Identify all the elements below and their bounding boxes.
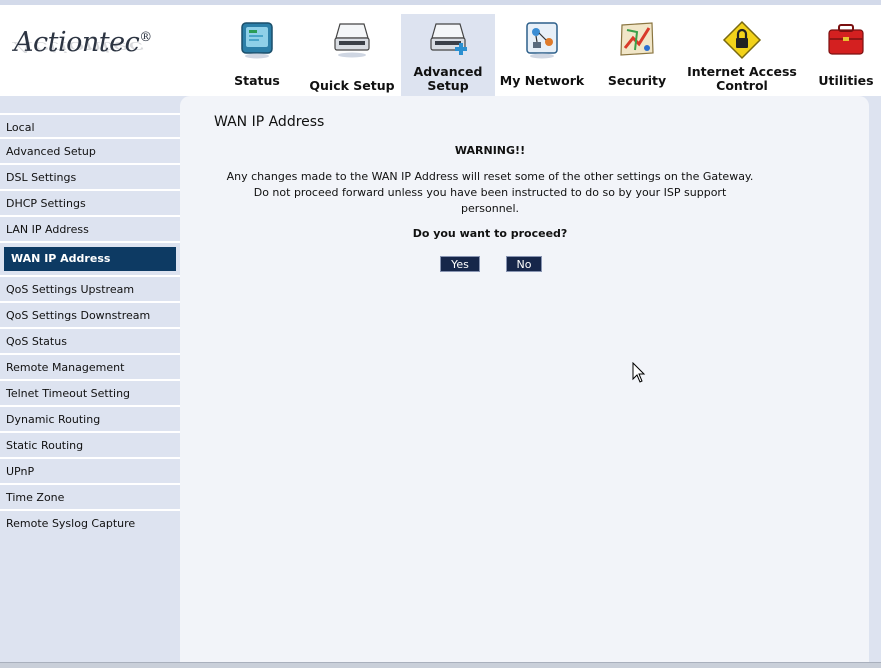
warning-line: Do not proceed forward unless you have b… [253, 186, 727, 199]
warning-heading: WARNING!! [454, 144, 526, 157]
nav-label: Status [234, 73, 280, 88]
network-icon [526, 22, 558, 59]
sidebar-item-wan-ip-address[interactable]: WAN IP Address [4, 247, 176, 271]
nav-tab-security[interactable]: Security [592, 14, 682, 96]
lock-sign-icon [722, 20, 762, 60]
sidebar-item-qos-status[interactable]: QoS Status [0, 329, 180, 355]
sidebar-item-qos-settings-downstream[interactable]: QoS Settings Downstream [0, 303, 180, 329]
content-panel: WAN IP Address WARNING!! Any changes mad… [180, 96, 869, 668]
sidebar-item-lan-ip-address[interactable]: LAN IP Address [0, 217, 180, 243]
page-title: WAN IP Address [214, 114, 325, 130]
sidebar-item-dsl-settings[interactable]: DSL Settings [0, 165, 180, 191]
nav-label: Quick Setup [309, 78, 395, 93]
sidebar-item-upnp[interactable]: UPnP [0, 459, 180, 485]
sidebar-item-advanced-setup[interactable]: Advanced Setup [0, 139, 180, 165]
nav-tab-internet-access-control[interactable]: Internet Access Control [686, 14, 798, 96]
sidebar-item-time-zone[interactable]: Time Zone [0, 485, 180, 511]
nav-label: My Network [499, 73, 585, 88]
scanner-plus-icon [430, 23, 467, 55]
shield-map-icon [620, 22, 654, 56]
nav-label: Security [607, 73, 667, 88]
warning-line: Any changes made to the WAN IP Address w… [226, 170, 754, 183]
sidebar-item-dynamic-routing[interactable]: Dynamic Routing [0, 407, 180, 433]
sidebar-active-wrapper: WAN IP Address [0, 247, 180, 277]
sidebar-item-static-routing[interactable]: Static Routing [0, 433, 180, 459]
proceed-question: Do you want to proceed? [412, 227, 568, 240]
nav-label: Advanced Setup [413, 64, 483, 93]
warning-line: personnel. [461, 202, 519, 215]
nav-tab-advanced-setup[interactable]: Advanced Setup [401, 14, 495, 96]
sidebar-item-remote-management[interactable]: Remote Management [0, 355, 180, 381]
nav-tab-status[interactable]: Status [212, 14, 302, 96]
header: Actiontec® Actiontec Status Quick Setup [0, 0, 881, 96]
sidebar-item-remote-syslog-capture[interactable]: Remote Syslog Capture [0, 511, 180, 537]
toolbox-icon [828, 24, 864, 55]
sidebar-item-local[interactable]: Local [0, 113, 180, 139]
right-margin [869, 96, 881, 668]
actiontec-logo: Actiontec® Actiontec [14, 27, 152, 58]
nav-tab-utilities[interactable]: Utilities [804, 14, 881, 96]
status-bar [0, 662, 881, 668]
monitor-icon [241, 22, 273, 59]
nav-label: Utilities [818, 73, 874, 88]
sidebar: Local Advanced Setup DSL Settings DHCP S… [0, 113, 180, 537]
mouse-cursor-icon [632, 362, 646, 383]
nav-tab-quick-setup[interactable]: Quick Setup [307, 14, 397, 96]
sidebar-item-qos-settings-upstream[interactable]: QoS Settings Upstream [0, 277, 180, 303]
yes-button[interactable]: Yes [440, 256, 480, 272]
nav-tab-my-network[interactable]: My Network [497, 14, 587, 96]
nav-label: Internet Access Control [687, 64, 797, 93]
sidebar-item-dhcp-settings[interactable]: DHCP Settings [0, 191, 180, 217]
warning-message: Any changes made to the WAN IP Address w… [210, 169, 770, 217]
no-button[interactable]: No [506, 256, 542, 272]
scanner-icon [334, 23, 370, 58]
sidebar-item-telnet-timeout-setting[interactable]: Telnet Timeout Setting [0, 381, 180, 407]
